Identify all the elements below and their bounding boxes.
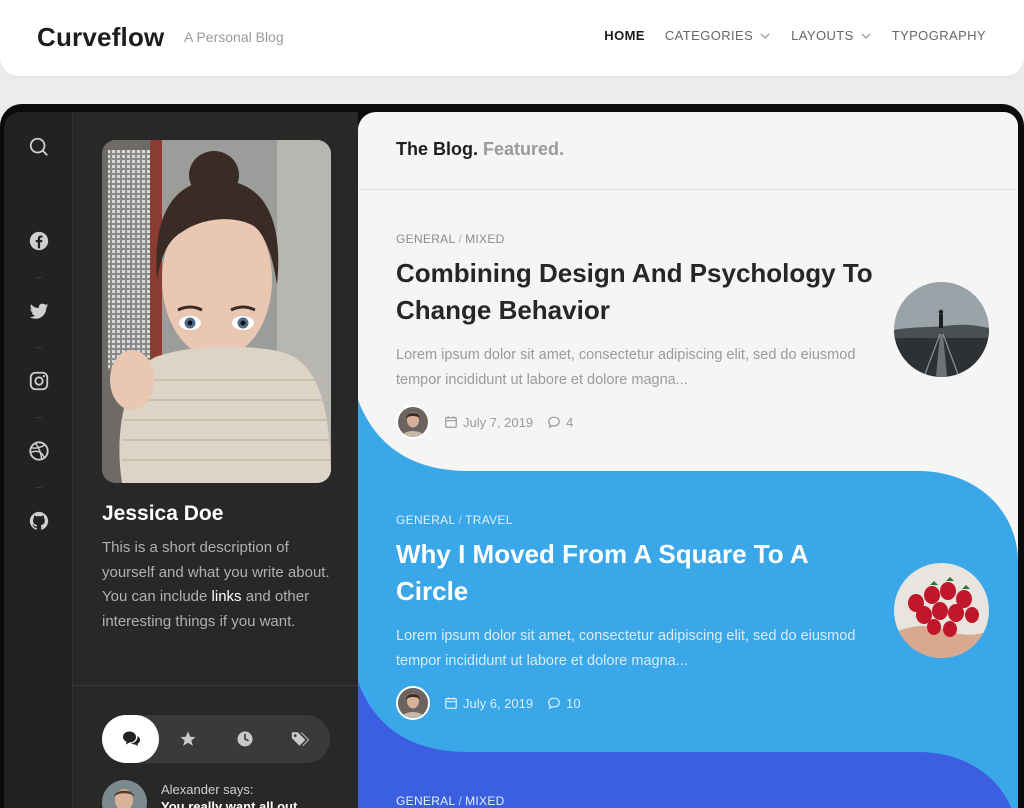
star-icon [180, 731, 195, 746]
nav-layouts-label: LAYOUTS [791, 28, 854, 43]
category-link[interactable]: GENERAL [396, 513, 455, 527]
post-thumbnail[interactable] [894, 563, 989, 658]
nav-home[interactable]: HOME [604, 28, 645, 43]
blog-content-panel: The Blog. Featured. GENERAL / MIXED Combin… [358, 112, 1018, 808]
comment-icon [548, 697, 560, 710]
post-categories: GENERAL / MIXED [396, 794, 505, 808]
divider [73, 685, 359, 686]
post-comment-count[interactable]: 10 [547, 695, 581, 711]
comments-icon [122, 731, 140, 746]
instagram-icon[interactable] [28, 370, 50, 392]
post-categories: GENERAL / MIXED [396, 232, 505, 246]
author-photo [102, 140, 331, 483]
avatar[interactable] [396, 405, 430, 439]
divider [36, 417, 42, 418]
main-nav: HOME CATEGORIES LAYOUTS TYPOGRAPHY [604, 28, 986, 43]
nav-home-label: HOME [604, 28, 645, 43]
search-icon[interactable] [28, 136, 50, 158]
site-header: Curveflow A Personal Blog HOME CATEGORIE… [0, 0, 1024, 76]
tab-tags[interactable] [273, 715, 330, 763]
content-header: The Blog. Featured. [358, 112, 1018, 190]
post-card: GENERAL / MIXED [396, 794, 886, 808]
tags-icon [291, 732, 309, 746]
avatar[interactable] [396, 686, 430, 720]
category-link[interactable]: GENERAL [396, 794, 455, 808]
post-comment-count[interactable]: 4 [547, 415, 573, 430]
post-excerpt: Lorem ipsum dolor sit amet, consectetur … [396, 347, 856, 388]
twitter-icon[interactable] [28, 300, 50, 322]
post-thumbnail[interactable] [894, 282, 989, 377]
tab-recent[interactable] [216, 715, 273, 763]
category-link[interactable]: MIXED [465, 232, 505, 246]
comment-author: Alexander says: [161, 782, 254, 797]
chevron-down-icon [861, 33, 871, 39]
site-tagline: A Personal Blog [184, 29, 284, 45]
widget-tabs [102, 715, 330, 763]
tab-popular[interactable] [159, 715, 216, 763]
author-description-link[interactable]: links [212, 588, 242, 605]
avatar [102, 780, 147, 808]
post-card: GENERAL / MIXED Combining Design And Psych… [396, 232, 886, 439]
facebook-icon[interactable] [28, 230, 50, 252]
nav-categories[interactable]: CATEGORIES [665, 28, 771, 43]
tab-comments[interactable] [102, 715, 159, 763]
divider [36, 487, 42, 488]
post-card: GENERAL / TRAVEL Why I Moved From A Square… [396, 513, 886, 720]
post-date-text: July 6, 2019 [463, 695, 534, 711]
nav-typography[interactable]: TYPOGRAPHY [892, 28, 986, 43]
nav-layouts[interactable]: LAYOUTS [791, 28, 872, 43]
author-description: This is a short description of yourself … [102, 536, 336, 634]
section-title-sub: Featured. [483, 139, 565, 159]
site-logo[interactable]: Curveflow [37, 22, 164, 53]
comment-text[interactable]: You really want all out [161, 799, 297, 808]
nav-typography-label: TYPOGRAPHY [891, 28, 986, 43]
divider [36, 347, 42, 348]
comment-icon [548, 416, 560, 429]
author-profile-panel: Jessica Doe This is a short description … [72, 112, 359, 808]
post-comment-count-text: 10 [566, 695, 581, 711]
calendar-icon [445, 697, 457, 709]
section-title: The Blog. Featured. [396, 139, 564, 160]
clock-icon [237, 731, 252, 747]
post-meta: July 7, 2019 4 [396, 405, 886, 439]
author-name: Jessica Doe [102, 502, 224, 525]
category-link[interactable]: TRAVEL [465, 513, 513, 527]
chevron-down-icon [760, 33, 770, 39]
social-icon-column [4, 112, 72, 808]
calendar-icon [445, 416, 457, 428]
nav-categories-label: CATEGORIES [664, 28, 754, 43]
category-link[interactable]: MIXED [465, 794, 505, 808]
post-meta: July 6, 2019 10 [396, 686, 886, 720]
github-icon[interactable] [28, 510, 50, 532]
post-date-text: July 7, 2019 [463, 414, 534, 430]
dribbble-icon[interactable] [28, 440, 50, 462]
post-date: July 6, 2019 [444, 696, 533, 711]
post-comment-count-text: 4 [566, 414, 574, 430]
divider [36, 277, 42, 278]
category-link[interactable]: GENERAL [396, 232, 455, 246]
post-categories: GENERAL / TRAVEL [396, 513, 513, 527]
section-title-main: The Blog. [396, 139, 478, 159]
post-date: July 7, 2019 [444, 415, 533, 430]
post-title[interactable]: Why I Moved From A Square To A Circle [396, 536, 886, 610]
post-title[interactable]: Combining Design And Psychology To Chang… [396, 255, 886, 329]
post-excerpt: Lorem ipsum dolor sit amet, consectetur … [396, 628, 856, 669]
